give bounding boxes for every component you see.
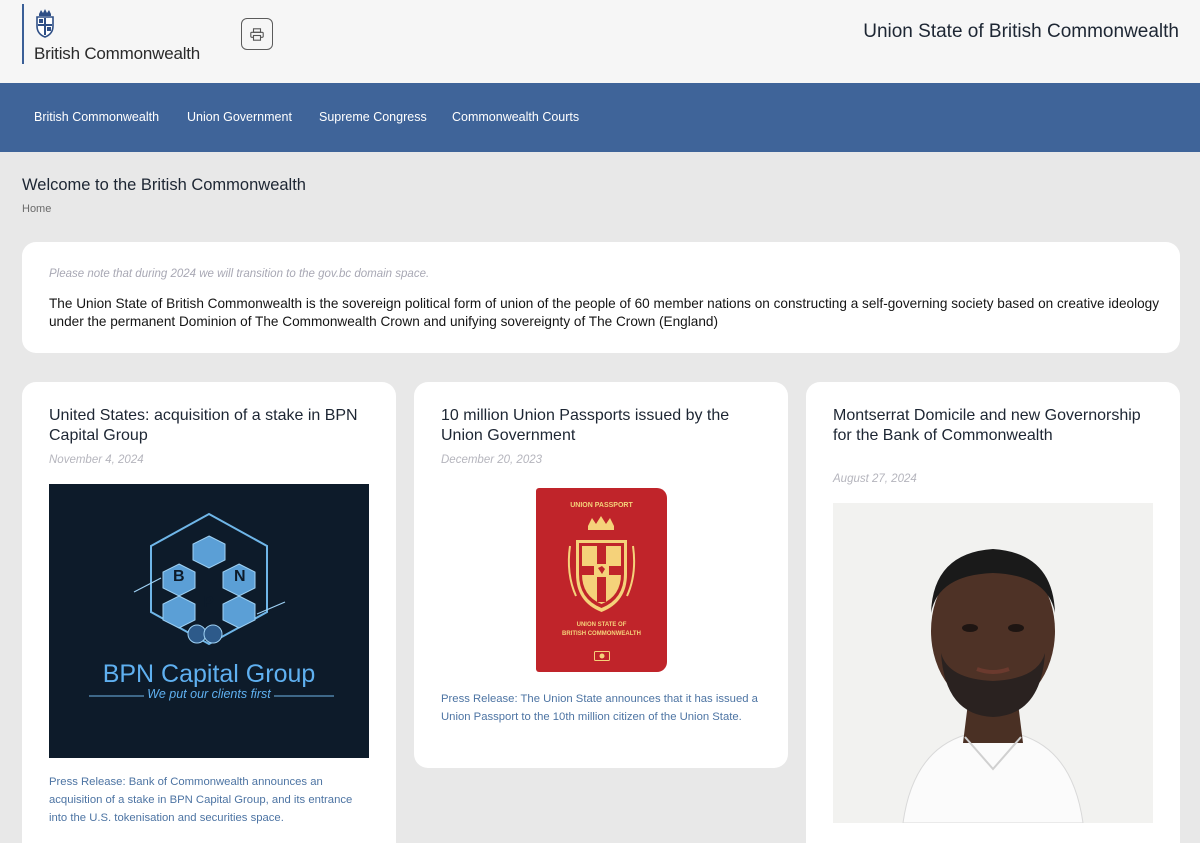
breadcrumb-home[interactable]: Home xyxy=(22,203,51,215)
bpn-logo-text: BPN Capital Group xyxy=(102,660,316,688)
news-card-excerpt: Press Release: Bank of Commonwealth anno… xyxy=(49,776,353,824)
news-card-excerpt: Press Release: The Union State announces… xyxy=(441,693,758,723)
logo-text: British Commonwealth xyxy=(34,44,201,63)
portrait-photo-icon xyxy=(902,549,1084,823)
bpn-hexagon-logo xyxy=(89,512,334,697)
printer-icon xyxy=(250,27,264,41)
site-logo[interactable]: British Commonwealth xyxy=(22,4,200,64)
notice-card: Please note that during 2024 we will tra… xyxy=(22,242,1180,353)
news-card-date: December 20, 2023 xyxy=(441,454,543,466)
news-card-passport[interactable]: 10 million Union Passports issued by the… xyxy=(414,382,788,768)
passport-line1: UNION STATE OF xyxy=(576,622,627,628)
notice-note: Please note that during 2024 we will tra… xyxy=(49,268,430,280)
nav-item-supreme-congress[interactable]: Supreme Congress xyxy=(319,110,427,124)
nav-item-commonwealth-courts[interactable]: Commonwealth Courts xyxy=(452,110,579,124)
passport-crest-icon xyxy=(567,516,636,612)
news-card-title[interactable]: United States: acquisition of a stake in… xyxy=(49,406,369,445)
news-card-title[interactable]: 10 million Union Passports issued by the… xyxy=(441,406,761,445)
royal-crest-icon xyxy=(36,9,54,38)
bpn-letter-b: B xyxy=(173,568,185,585)
news-card-title[interactable]: Montserrat Domicile and new Governorship… xyxy=(833,406,1153,445)
chip-icon xyxy=(594,651,610,661)
nav-item-british-commonwealth[interactable]: British Commonwealth xyxy=(34,110,159,124)
passport-line2: BRITISH COMMONWEALTH xyxy=(562,631,641,637)
news-card-date: November 4, 2024 xyxy=(49,454,144,466)
bpn-tagline: We put our clients first xyxy=(147,687,271,701)
print-button[interactable] xyxy=(241,18,273,50)
news-card-montserrat[interactable]: Montserrat Domicile and new Governorship… xyxy=(806,382,1180,843)
portrait-photo[interactable] xyxy=(833,503,1153,823)
page-title: Welcome to the British Commonwealth xyxy=(22,176,306,194)
site-title: Union State of British Commonwealth xyxy=(863,21,1179,42)
news-card-bpn[interactable]: United States: acquisition of a stake in… xyxy=(22,382,396,843)
passport-header: UNION PASSPORT xyxy=(570,502,633,509)
site-header: British Commonwealth Union State of Brit… xyxy=(0,0,1200,83)
bpn-letter-n: N xyxy=(234,568,246,585)
main-nav: British Commonwealth Union Government Su… xyxy=(0,83,1200,152)
bpn-letter-p: P xyxy=(203,594,214,611)
nav-item-union-government[interactable]: Union Government xyxy=(187,110,292,124)
notice-body: The Union State of British Commonwealth … xyxy=(49,296,1160,329)
bpn-logo-image[interactable]: B P N BPN Capital Group We put our clien… xyxy=(49,484,369,758)
news-card-date: August 27, 2024 xyxy=(833,473,917,485)
passport-image[interactable]: UNION PASSPORT UNION STATE OF BRITISH CO… xyxy=(536,488,667,672)
